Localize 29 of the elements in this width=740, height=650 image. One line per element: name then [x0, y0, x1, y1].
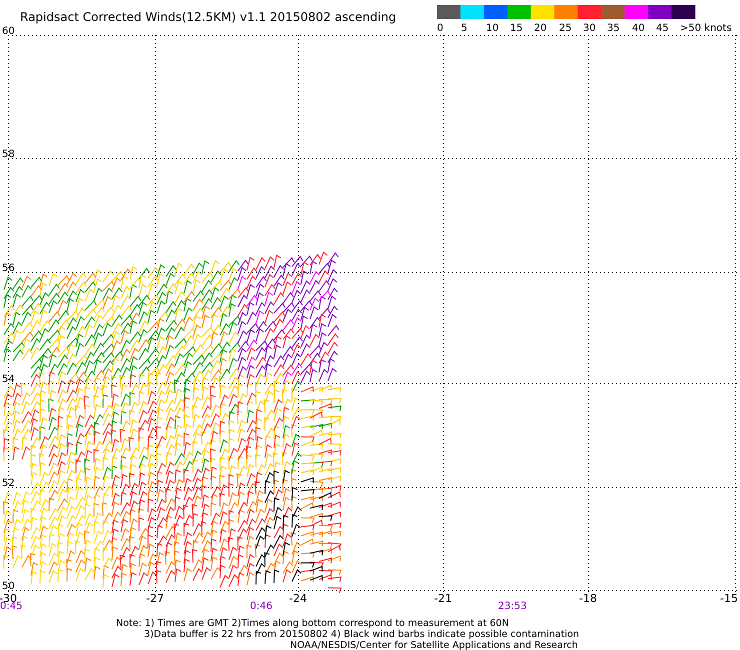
- legend-label: 0: [437, 23, 444, 34]
- latitude-label: 58: [2, 149, 15, 160]
- time-label: 0:45: [0, 601, 22, 612]
- note-text: Note: 1) Times are GMT 2)Times along bottom correspond to measurement at 60N: [116, 618, 509, 629]
- latitude-label: 52: [2, 478, 15, 489]
- legend-label: >50 knots: [680, 23, 732, 34]
- legend-label: 45: [656, 23, 669, 34]
- legend-label: 20: [534, 23, 547, 34]
- legend-label: 40: [632, 23, 645, 34]
- longitude-label: -18: [579, 592, 597, 605]
- legend-label: 25: [559, 23, 572, 34]
- latitude-label: 50: [2, 581, 15, 592]
- legend-label: 35: [607, 23, 620, 34]
- legend-label: 30: [583, 23, 596, 34]
- longitude-label: -24: [289, 592, 307, 605]
- time-label: 23:53: [498, 601, 527, 612]
- legend-label: 15: [510, 23, 523, 34]
- legend-label: 10: [486, 23, 499, 34]
- latitude-label: 54: [2, 374, 15, 385]
- note-text: NOAA/NESDIS/Center for Satellite Applications and Research: [290, 640, 578, 650]
- legend-label: 5: [461, 23, 468, 34]
- time-label: 0:46: [250, 601, 272, 612]
- longitude-label: -27: [146, 592, 164, 605]
- latitude-label: 60: [2, 26, 15, 37]
- chart-title: Rapidsact Corrected Winds(12.5KM) v1.1 20150802 ascending: [20, 10, 396, 24]
- longitude-label: -21: [434, 592, 452, 605]
- note-text: 3)Data buffer is 22 hrs from 20150802 4) Black wind barbs indicate possible contamination: [144, 629, 580, 640]
- latitude-label: 56: [2, 263, 15, 274]
- longitude-label: -15: [720, 592, 738, 605]
